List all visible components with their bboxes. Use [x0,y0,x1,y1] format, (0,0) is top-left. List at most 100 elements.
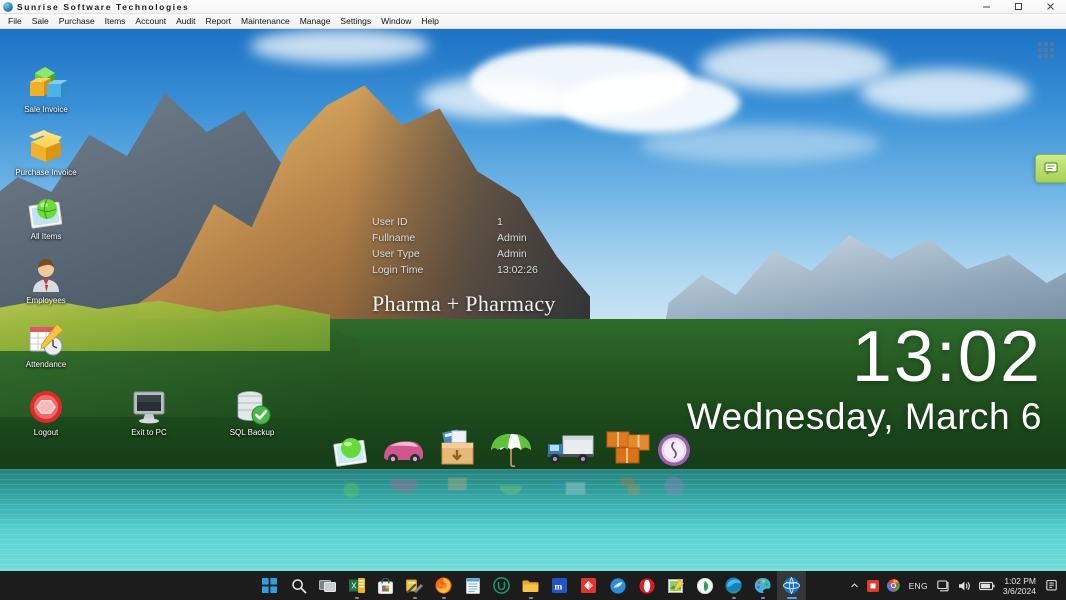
menu-item-sale[interactable]: Sale [27,14,54,29]
umbrella-icon[interactable] [488,430,534,473]
page-title: Pharma + Pharmacy [372,291,556,316]
system-tray: ENG 1:02 PM 3/6/2024 [846,571,1062,600]
menu-item-settings[interactable]: Settings [335,14,376,29]
clock-time: 13:02 [851,317,1042,397]
session-info-row: Fullname Admin [372,230,602,246]
clock-icon [654,470,694,497]
car-icon[interactable] [380,432,426,471]
desktop-icon-label: Purchase Invoice [15,168,77,177]
edge-icon[interactable] [719,571,748,600]
network-icon[interactable] [933,571,954,600]
excel-icon[interactable]: X [342,571,371,600]
window-title: Sunrise Software Technologies [17,1,190,12]
photo-globe-icon [2,191,90,231]
delivery-truck-icon [545,470,597,497]
red-square-icon[interactable] [863,571,883,600]
sidebar-item-exit-to-pc[interactable]: Exit to PC [105,387,193,438]
red-diamond-icon[interactable] [574,571,603,600]
desktop-icon-label: All Items [30,232,62,241]
language-indicator[interactable]: ENG [904,571,933,600]
desktop-icon-label: Sale Invoice [24,105,68,114]
power-stop-icon [2,387,90,427]
menu-item-help[interactable]: Help [416,14,443,29]
tools-icon[interactable] [400,571,429,600]
menu-item-account[interactable]: Account [130,14,171,29]
sidebar-item-purchase-invoice[interactable]: Purchase Invoice [2,127,90,178]
clock-icon[interactable] [654,432,694,473]
maximize-icon[interactable] [1002,0,1034,14]
photo-globe-icon [332,470,372,501]
task-view-icon[interactable] [313,571,342,600]
start-button[interactable] [255,571,284,600]
close-icon[interactable] [1034,0,1066,14]
desktop-icon-label: Attendance [25,360,67,369]
sidebar-item-employees[interactable]: Employees [2,255,90,306]
sidebar-item-logout[interactable]: Logout [2,387,90,438]
paint-icon[interactable] [748,571,777,600]
packages-icon[interactable] [602,430,652,473]
green-shield-icon[interactable] [690,571,719,600]
sunrise-app-button[interactable] [777,571,806,600]
blue-circle-icon[interactable] [603,571,632,600]
taskbar: X m ENG 1:02 PM 3/6/2024 [0,571,1066,600]
battery-icon[interactable] [975,571,999,600]
photo-globe-icon[interactable] [332,434,372,473]
chevron-up-icon[interactable] [846,571,863,600]
sidebar-item-sql-backup[interactable]: SQL Backup [208,387,296,438]
tray-clock[interactable]: 1:02 PM 3/6/2024 [999,571,1042,600]
delivery-truck-icon[interactable] [545,432,597,471]
sidebar-item-attendance[interactable]: Attendance [2,319,90,370]
menu-item-purchase[interactable]: Purchase [54,14,100,29]
desktop-icon-label: SQL Backup [229,428,275,437]
packages-icon [602,470,652,497]
menu-item-report[interactable]: Report [201,14,237,29]
menu-item-manage[interactable]: Manage [295,14,336,29]
menu-item-window[interactable]: Window [376,14,416,29]
session-info-value: 13:02:26 [497,264,538,276]
desktop-icon-label: Logout [33,428,59,437]
car-icon [380,470,426,499]
svg-text:m: m [554,582,562,592]
session-info-key: Login Time [372,264,424,276]
chrome-icon[interactable] [883,571,904,600]
window-controls [970,0,1066,14]
session-info-value: 1 [497,216,503,228]
svg-text:X: X [351,582,357,591]
sidebar-item-all-items[interactable]: All Items [2,191,90,242]
search-icon[interactable] [284,571,313,600]
menu-item-file[interactable]: File [3,14,27,29]
sidebar-item-sale-invoice[interactable]: Sale Invoice [2,64,90,115]
tray-time: 1:02 PM [1004,575,1036,586]
volume-icon[interactable] [954,571,975,600]
session-info-key: User Type [372,248,420,260]
database-check-icon [208,387,296,427]
tray-date: 3/6/2024 [1002,585,1036,596]
u-circle-icon[interactable] [487,571,516,600]
menu-item-maintenance[interactable]: Maintenance [236,14,295,29]
archive-box-icon[interactable] [436,428,478,473]
notepad-icon[interactable] [458,571,487,600]
cubes-icon [2,64,90,104]
clock-widget: 13:02 Wednesday, March 6 [687,321,1042,439]
clock-date: Wednesday, March 6 [686,396,1042,437]
desktop-screen: Sunrise Software Technologies File Sale … [0,0,1066,600]
minimize-icon[interactable] [970,0,1002,14]
folder-icon[interactable] [516,571,545,600]
grid-dots-icon[interactable] [1038,42,1054,58]
image-edit-icon[interactable] [661,571,690,600]
session-info-panel: User ID 1 Fullname Admin User Type Admin… [372,214,602,278]
m-square-icon[interactable]: m [545,571,574,600]
menu-bar: File Sale Purchase Items Account Audit R… [0,14,1066,29]
store-icon[interactable] [371,571,400,600]
opera-icon[interactable] [632,571,661,600]
desktop-icon-label: Exit to PC [131,428,167,437]
open-box-icon [2,127,90,167]
desktop-area[interactable]: Sale Invoice Purchase Invoice All Items … [0,29,1066,571]
session-info-key: Fullname [372,232,416,244]
session-info-row: Login Time 13:02:26 [372,262,602,278]
chat-bubble-icon[interactable] [1035,154,1066,183]
notification-icon[interactable] [1042,571,1062,600]
menu-item-audit[interactable]: Audit [171,14,200,29]
firefox-icon[interactable] [429,571,458,600]
menu-item-items[interactable]: Items [100,14,131,29]
